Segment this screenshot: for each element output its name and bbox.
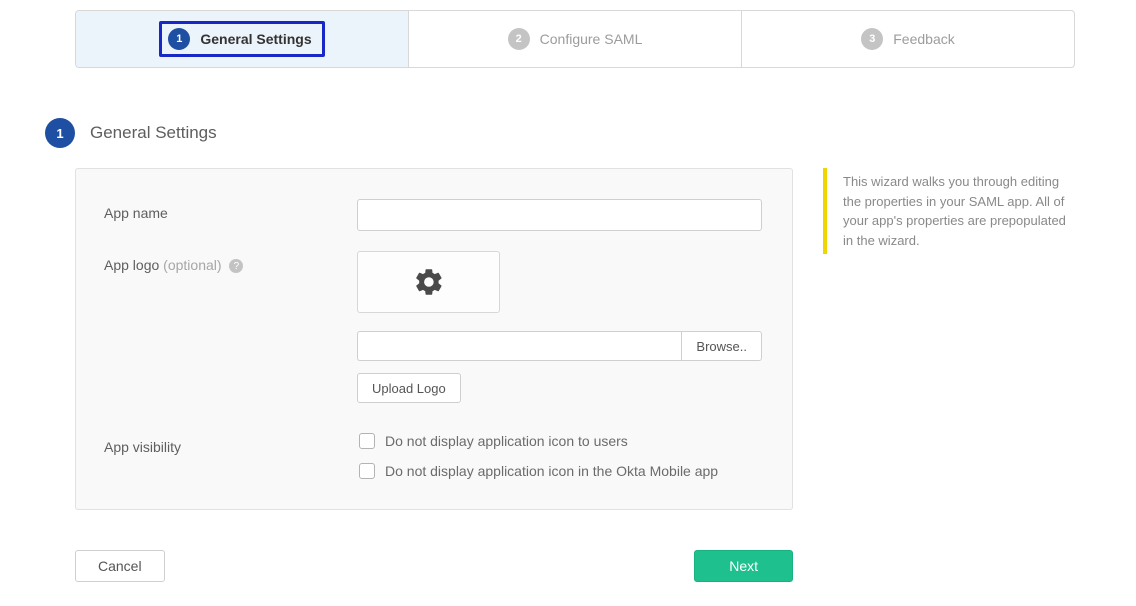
form-footer: Cancel Next <box>75 550 793 582</box>
app-name-label: App name <box>104 199 357 221</box>
wizard-info-text: This wizard walks you through editing th… <box>843 174 1066 248</box>
upload-logo-button[interactable]: Upload Logo <box>357 373 461 403</box>
step-number-badge: 1 <box>168 28 190 50</box>
help-icon[interactable]: ? <box>229 259 243 273</box>
section-header: 1 General Settings <box>45 118 1106 148</box>
visibility-mobile-label: Do not display application icon in the O… <box>385 463 718 479</box>
step-label: General Settings <box>200 31 311 47</box>
step-label: Feedback <box>893 31 954 47</box>
optional-hint: (optional) <box>159 257 225 273</box>
wizard-info-panel: This wizard walks you through editing th… <box>823 168 1073 254</box>
step-number-badge: 2 <box>508 28 530 50</box>
cancel-button[interactable]: Cancel <box>75 550 165 582</box>
app-visibility-label: App visibility <box>104 433 359 455</box>
logo-file-path[interactable] <box>357 331 681 361</box>
visibility-users-label: Do not display application icon to users <box>385 433 628 449</box>
app-name-input[interactable] <box>357 199 762 231</box>
section-title: General Settings <box>90 123 217 143</box>
app-logo-label-text: App logo <box>104 257 159 273</box>
step-number-badge: 3 <box>861 28 883 50</box>
wizard-steps: 1 General Settings 2 Configure SAML 3 Fe… <box>75 10 1075 68</box>
general-settings-form: App name App logo (optional) ? <box>75 168 793 510</box>
next-button[interactable]: Next <box>694 550 793 582</box>
step-label: Configure SAML <box>540 31 643 47</box>
highlight-current-step: 1 General Settings <box>159 21 324 57</box>
logo-preview <box>357 251 500 313</box>
wizard-step-general-settings[interactable]: 1 General Settings <box>76 11 408 67</box>
wizard-step-configure-saml[interactable]: 2 Configure SAML <box>408 11 741 67</box>
app-logo-label: App logo (optional) ? <box>104 251 357 273</box>
wizard-step-feedback[interactable]: 3 Feedback <box>741 11 1074 67</box>
visibility-users-checkbox[interactable] <box>359 433 375 449</box>
visibility-mobile-checkbox[interactable] <box>359 463 375 479</box>
section-number-badge: 1 <box>45 118 75 148</box>
gear-icon <box>413 266 445 298</box>
browse-button[interactable]: Browse.. <box>681 331 762 361</box>
